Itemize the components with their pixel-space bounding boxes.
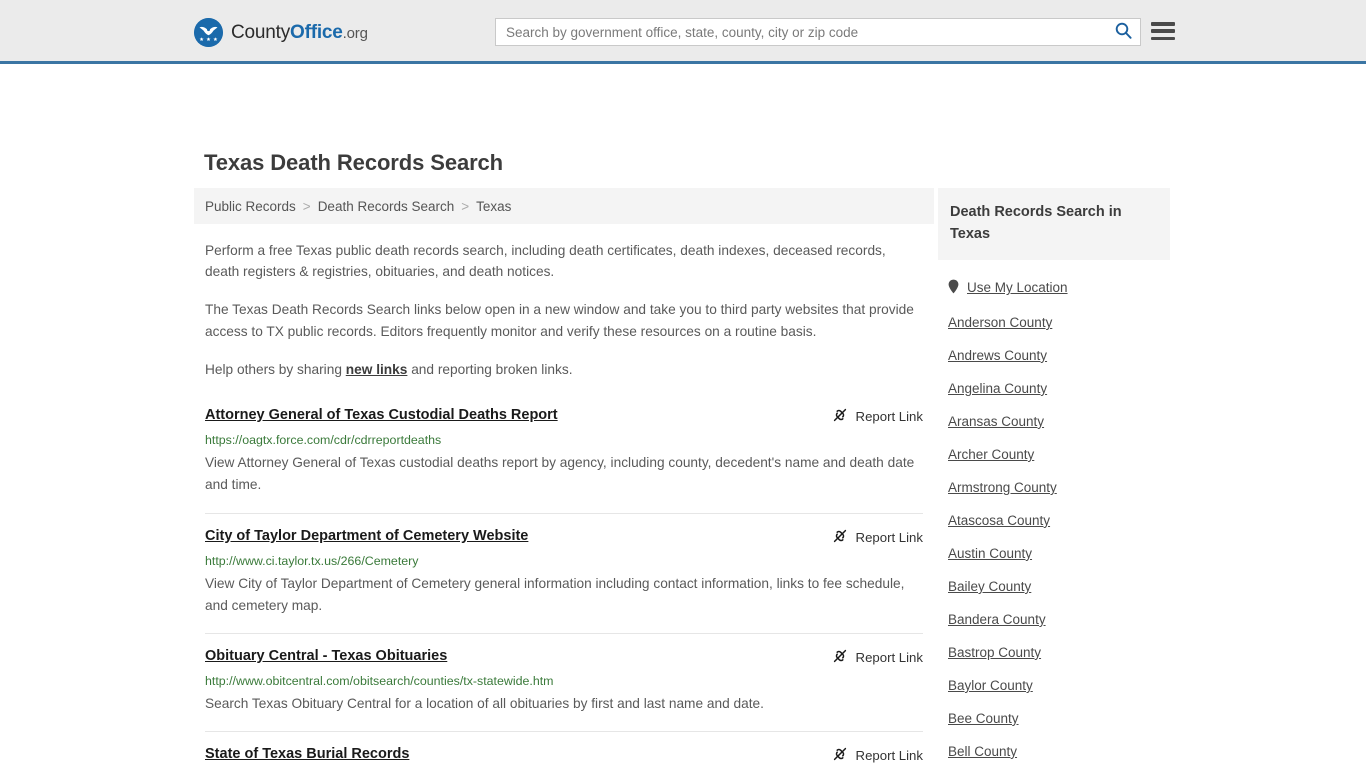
county-link[interactable]: Bandera County — [948, 612, 1046, 627]
menu-bar-2 — [1151, 29, 1175, 33]
result-item: State of Texas Burial Records Report Lin… — [205, 731, 923, 768]
county-link[interactable]: Bell County — [948, 744, 1017, 759]
intro-paragraph-3-before: Help others by sharing — [205, 362, 346, 377]
intro-text: Perform a free Texas public death record… — [194, 240, 934, 380]
sidebar-item-bandera-county[interactable]: Bandera County — [938, 603, 1170, 636]
site-header: CountyOffice.org — [0, 0, 1366, 64]
hamburger-menu-icon[interactable] — [1151, 20, 1175, 42]
search-input[interactable] — [496, 19, 1106, 45]
county-link[interactable]: Archer County — [948, 447, 1034, 462]
county-link[interactable]: Aransas County — [948, 414, 1044, 429]
intro-paragraph-3-after: and reporting broken links. — [407, 362, 572, 377]
map-pin-icon — [948, 279, 959, 297]
intro-paragraph-2: The Texas Death Records Search links bel… — [205, 299, 923, 341]
sidebar-item-austin-county[interactable]: Austin County — [938, 537, 1170, 570]
report-link-button[interactable]: Report Link — [832, 528, 923, 547]
breadcrumb-separator-2: > — [461, 199, 469, 214]
result-header: State of Texas Burial Records Report Lin… — [205, 745, 923, 765]
county-link[interactable]: Anderson County — [948, 315, 1052, 330]
result-description: View City of Taylor Department of Cemete… — [205, 573, 923, 617]
result-header: Attorney General of Texas Custodial Deat… — [205, 406, 923, 426]
broken-link-icon — [832, 528, 848, 547]
eagle-seal-icon — [194, 18, 223, 47]
menu-bar-1 — [1151, 22, 1175, 26]
result-title-link[interactable]: City of Taylor Department of Cemetery We… — [205, 527, 528, 545]
sidebar-item-atascosa-county[interactable]: Atascosa County — [938, 504, 1170, 537]
breadcrumb-item-death-records-search[interactable]: Death Records Search — [318, 199, 455, 214]
breadcrumb-item-public-records[interactable]: Public Records — [205, 199, 296, 214]
sidebar-heading: Death Records Search in Texas — [938, 188, 1170, 260]
intro-paragraph-1: Perform a free Texas public death record… — [205, 240, 923, 282]
sidebar-item-anderson-county[interactable]: Anderson County — [938, 306, 1170, 339]
county-link[interactable]: Austin County — [948, 546, 1032, 561]
breadcrumb: Public Records > Death Records Search > … — [194, 188, 934, 224]
result-title-link[interactable]: Attorney General of Texas Custodial Deat… — [205, 406, 558, 424]
main-content: Public Records > Death Records Search > … — [194, 188, 934, 768]
county-link[interactable]: Bee County — [948, 711, 1019, 726]
result-item: Attorney General of Texas Custodial Deat… — [205, 400, 923, 513]
result-description: Search Texas Obituary Central for a loca… — [205, 693, 923, 715]
county-link[interactable]: Andrews County — [948, 348, 1047, 363]
results-list: Attorney General of Texas Custodial Deat… — [194, 400, 934, 768]
page-title: Texas Death Records Search — [204, 150, 503, 176]
report-link-label: Report Link — [856, 530, 923, 545]
result-url: https://oagtx.force.com/cdr/cdrreportdea… — [205, 432, 923, 448]
sidebar-item-aransas-county[interactable]: Aransas County — [938, 405, 1170, 438]
report-link-label: Report Link — [856, 650, 923, 665]
menu-bar-3 — [1151, 37, 1175, 41]
sidebar-item-bastrop-county[interactable]: Bastrop County — [938, 636, 1170, 669]
logo-text-tld: .org — [343, 25, 368, 42]
result-header: Obituary Central - Texas Obituaries Repo… — [205, 647, 923, 667]
sidebar-item-baylor-county[interactable]: Baylor County — [938, 669, 1170, 702]
result-description: View Attorney General of Texas custodial… — [205, 452, 923, 496]
broken-link-icon — [832, 648, 848, 667]
county-link[interactable]: Angelina County — [948, 381, 1047, 396]
sidebar-item-bell-county[interactable]: Bell County — [938, 735, 1170, 768]
sidebar: Death Records Search in Texas Use My Loc… — [938, 188, 1170, 768]
breadcrumb-separator-1: > — [303, 199, 311, 214]
sidebar-item-andrews-county[interactable]: Andrews County — [938, 339, 1170, 372]
county-link[interactable]: Baylor County — [948, 678, 1033, 693]
logo-text-county: County — [231, 22, 290, 43]
logo-text-office: Office — [290, 22, 343, 43]
result-item: Obituary Central - Texas Obituaries Repo… — [205, 633, 923, 731]
county-link[interactable]: Bastrop County — [948, 645, 1041, 660]
use-my-location-link[interactable]: Use My Location — [967, 280, 1068, 295]
broken-link-icon — [832, 407, 848, 426]
new-links-link[interactable]: new links — [346, 362, 408, 377]
search-icon — [1115, 22, 1132, 42]
report-link-button[interactable]: Report Link — [832, 648, 923, 667]
sidebar-item-use-my-location[interactable]: Use My Location — [938, 270, 1170, 306]
report-link-button[interactable]: Report Link — [832, 746, 923, 765]
sidebar-item-armstrong-county[interactable]: Armstrong County — [938, 471, 1170, 504]
sidebar-item-bee-county[interactable]: Bee County — [938, 702, 1170, 735]
search-bar[interactable] — [495, 18, 1141, 46]
county-link[interactable]: Armstrong County — [948, 480, 1057, 495]
site-logo[interactable]: CountyOffice.org — [194, 18, 368, 47]
report-link-button[interactable]: Report Link — [832, 407, 923, 426]
broken-link-icon — [832, 746, 848, 765]
search-button[interactable] — [1106, 19, 1140, 45]
sidebar-county-list: Use My Location Anderson County Andrews … — [938, 270, 1170, 768]
county-link[interactable]: Atascosa County — [948, 513, 1050, 528]
county-link[interactable]: Bailey County — [948, 579, 1031, 594]
result-title-link[interactable]: State of Texas Burial Records — [205, 745, 409, 763]
report-link-label: Report Link — [856, 748, 923, 763]
result-item: City of Taylor Department of Cemetery We… — [205, 513, 923, 634]
result-url: http://www.ci.taylor.tx.us/266/Cemetery — [205, 553, 923, 569]
breadcrumb-item-texas: Texas — [476, 199, 511, 214]
result-url: http://www.obitcentral.com/obitsearch/co… — [205, 673, 923, 689]
sidebar-item-archer-county[interactable]: Archer County — [938, 438, 1170, 471]
site-logo-text: CountyOffice.org — [231, 22, 368, 44]
sidebar-item-angelina-county[interactable]: Angelina County — [938, 372, 1170, 405]
result-header: City of Taylor Department of Cemetery We… — [205, 527, 923, 547]
report-link-label: Report Link — [856, 409, 923, 424]
result-title-link[interactable]: Obituary Central - Texas Obituaries — [205, 647, 447, 665]
sidebar-item-bailey-county[interactable]: Bailey County — [938, 570, 1170, 603]
intro-paragraph-3: Help others by sharing new links and rep… — [205, 359, 923, 380]
